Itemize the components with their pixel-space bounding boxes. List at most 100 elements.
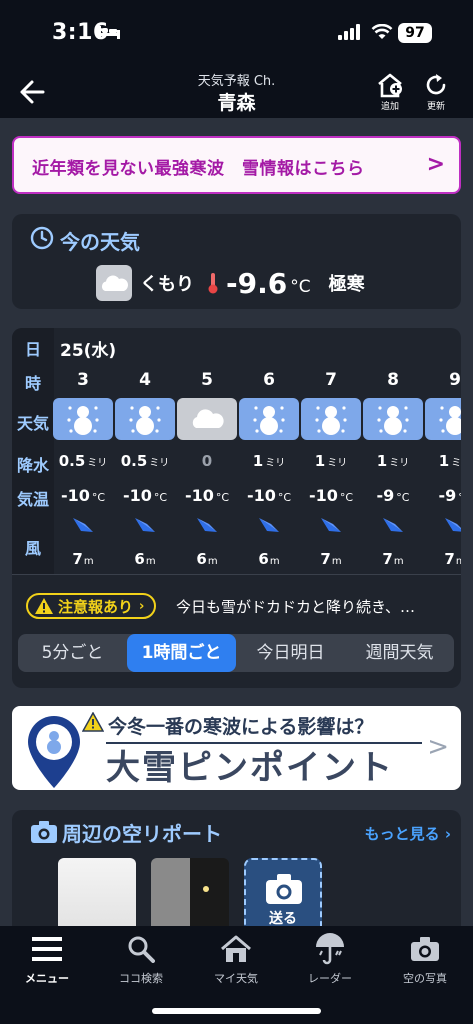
snow-icon [239, 398, 299, 440]
precip-unit: ミリ [451, 458, 461, 469]
precip-unit: ミリ [87, 458, 108, 469]
menu-icon [0, 932, 94, 966]
hour-label: 9 [449, 370, 461, 390]
nav-search[interactable]: ココ検索 [94, 932, 188, 986]
segment-5min[interactable]: 5分ごと [18, 634, 127, 672]
promo-text: 近年類を見ない最強寒波 雪情報はこちら [32, 159, 365, 179]
wind-speed-value: 7m [424, 550, 461, 568]
camera-icon [266, 874, 302, 904]
see-more-link[interactable]: もっと見る › [365, 823, 451, 844]
temperature-value: -10 °C [184, 486, 230, 505]
hour-label: 7 [325, 370, 337, 390]
temp-unit: °C [153, 491, 168, 504]
row-label-precip: 降水 [16, 456, 49, 475]
precipitation-value: 1ミリ [376, 452, 410, 470]
heavy-snow-pinpoint-banner[interactable]: 今冬一番の寒波による影響は？ 大雪ピンポイント > [12, 706, 461, 790]
temperature-unit: °C [290, 276, 311, 297]
add-label: 追加 [380, 102, 399, 112]
thermometer-icon [208, 273, 218, 294]
location-pin-snowman-icon [28, 716, 80, 788]
snow-icon [425, 398, 461, 440]
segment-weekly[interactable]: 週間天気 [345, 634, 454, 672]
row-label-hour: 時 [24, 374, 41, 393]
nav-label: 空の写真 [403, 972, 447, 985]
nav-menu[interactable]: メニュー [0, 932, 94, 986]
sleep-focus-icon [98, 26, 120, 39]
wind-speed-value: 6m [258, 550, 280, 568]
precip-unit: ミリ [327, 458, 348, 469]
chevron-right-icon: › [139, 598, 145, 614]
add-location-button[interactable]: 追加 [370, 72, 410, 112]
sky-report-title: 周辺の空リポート [62, 822, 222, 846]
temp-unit: °C [396, 491, 410, 504]
refresh-label: 更新 [426, 102, 445, 112]
hour-label: 6 [263, 370, 275, 390]
wind-speed-value: 7m [72, 550, 94, 568]
nav-label: レーダー [308, 972, 352, 985]
banner-question: 今冬一番の寒波による影響は？ [108, 716, 374, 738]
wind-unit: m [269, 556, 280, 567]
wind-direction-arrow-icon [195, 516, 219, 536]
home-indicator [152, 1008, 321, 1014]
temp-unit: °C [277, 491, 292, 504]
nav-label: ココ検索 [119, 972, 163, 985]
advisory-text[interactable]: 今日も雪がドカドカと降り続き、… [176, 596, 415, 617]
home-add-icon [378, 73, 402, 98]
row-label-weather: 天気 [16, 414, 49, 433]
nav-my-weather[interactable]: マイ天気 [189, 932, 283, 986]
temperature-value: -10 °C [308, 486, 354, 505]
cold-wave-promo-banner[interactable]: 近年類を見ない最強寒波 雪情報はこちら > [12, 136, 461, 194]
wind-speed-value: 7m [320, 550, 342, 568]
wind-speed-value: 6m [134, 550, 156, 568]
temp-unit: °C [91, 491, 106, 504]
search-icon [94, 932, 188, 966]
street-light [203, 886, 209, 892]
precipitation-value: 1ミリ [252, 452, 286, 470]
snow-icon [363, 398, 423, 440]
home-icon [189, 932, 283, 966]
hour-label: 3 [77, 370, 89, 390]
clock-icon [30, 226, 54, 250]
camera-icon [31, 821, 57, 843]
snow-icon [301, 398, 361, 440]
wifi-icon [371, 24, 393, 39]
temperature-value: -10 °C [246, 486, 292, 505]
precip-unit: ミリ [265, 458, 286, 469]
precipitation-value: 0.5 ミリ [120, 452, 170, 470]
refresh-icon [426, 74, 446, 95]
advisory-label: 注意報あり [58, 597, 134, 616]
temperature-value: -9°C [376, 486, 410, 505]
precipitation-value: 1ミリ [314, 452, 348, 470]
current-condition: くもり [140, 274, 194, 295]
current-temperature: -9.6 [226, 266, 288, 300]
radar-umbrella-icon [283, 932, 377, 966]
segment-today-tomorrow[interactable]: 今日明日 [236, 634, 345, 672]
hour-label: 5 [201, 370, 213, 390]
segment-hourly[interactable]: 1時間ごと [127, 634, 236, 672]
cloud-icon [96, 265, 132, 301]
cellular-signal-icon [338, 24, 360, 40]
see-more-label: もっと見る [364, 825, 440, 843]
wind-unit: m [145, 556, 156, 567]
nav-sky-photos[interactable]: 空の写真 [378, 932, 472, 986]
wind-unit: m [455, 556, 461, 567]
status-bar: 3:16 97 [0, 0, 473, 66]
nav-label: メニュー [25, 972, 69, 985]
wind-direction-arrow-icon [133, 516, 157, 536]
battery-indicator: 97 [398, 23, 432, 43]
refresh-button[interactable]: 更新 [416, 72, 456, 112]
row-label-wind: 風 [24, 539, 41, 558]
temperature-value: -9°C [424, 486, 461, 505]
snow-icon [115, 398, 175, 440]
precipitation-value: 1ミリ [424, 452, 461, 470]
forecast-date: 25(水) [60, 341, 117, 361]
wind-speed-value: 7m [382, 550, 404, 568]
temperature-value: -10 °C [60, 486, 106, 505]
wind-unit: m [393, 556, 404, 567]
wind-unit: m [83, 556, 94, 567]
advisory-alert-pill[interactable]: 注意報あり › [26, 593, 157, 619]
nav-radar[interactable]: レーダー [283, 932, 377, 986]
snow-icon [53, 398, 113, 440]
warning-icon [82, 712, 104, 732]
cloud-icon [177, 398, 237, 440]
